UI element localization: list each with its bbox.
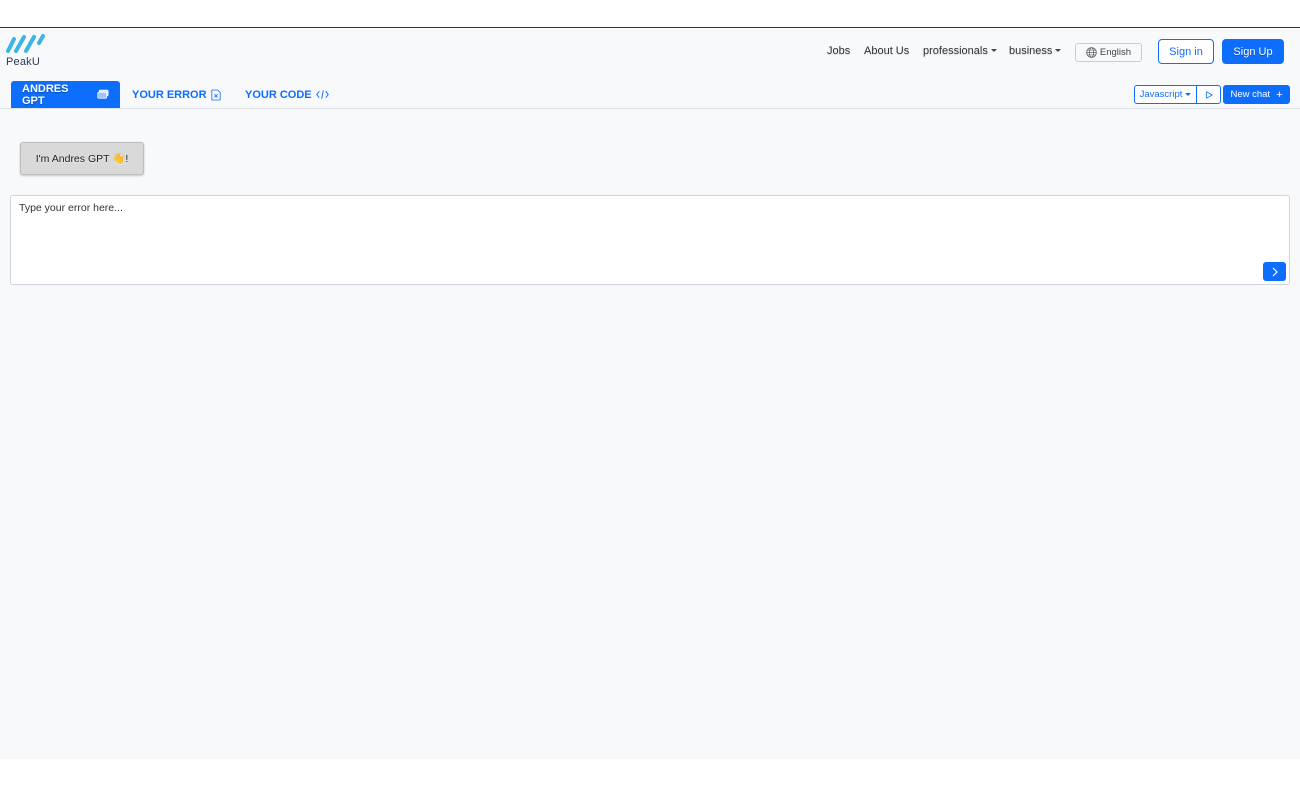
- error-input[interactable]: [11, 196, 1289, 284]
- tab-label: YOUR ERROR: [132, 88, 207, 101]
- brand-logo[interactable]: PeakU: [6, 33, 48, 71]
- error-input-box: [10, 195, 1290, 285]
- new-chat-label: New chat: [1230, 89, 1271, 100]
- tab-label: YOUR CODE: [245, 88, 312, 101]
- plus-icon: +: [1276, 88, 1283, 101]
- browser-top-strip: [0, 0, 1300, 28]
- language-selector[interactable]: English: [1075, 43, 1142, 62]
- caret-down-icon: [1185, 93, 1192, 96]
- navbar: PeakU Jobs About Us professionals busine…: [0, 29, 1300, 73]
- sign-up-button[interactable]: Sign Up: [1222, 39, 1284, 64]
- tab-your-code[interactable]: YOUR CODE: [234, 81, 340, 108]
- code-icon: [315, 90, 329, 99]
- tab-andres-gpt[interactable]: ANDRES GPT: [11, 81, 120, 108]
- sign-in-button[interactable]: Sign in: [1158, 39, 1214, 64]
- chat-message-bubble: I'm Andres GPT 👋!: [20, 142, 144, 175]
- nav-link-jobs[interactable]: Jobs: [827, 45, 850, 57]
- nav-dropdown-professionals[interactable]: professionals: [923, 45, 997, 57]
- peaku-logo-icon: [6, 34, 45, 53]
- bottom-strip: [0, 759, 1300, 788]
- file-x-icon: [210, 89, 221, 100]
- code-language-label: Javascript: [1139, 89, 1183, 100]
- new-chat-button[interactable]: New chat +: [1223, 85, 1290, 104]
- run-button[interactable]: [1196, 85, 1221, 104]
- globe-icon: [1086, 47, 1097, 58]
- app-container: PeakU Jobs About Us professionals busine…: [0, 29, 1300, 759]
- tab-label: ANDRES GPT: [22, 82, 69, 107]
- caret-down-icon: [990, 49, 997, 52]
- code-language-select[interactable]: Javascript: [1134, 85, 1197, 104]
- caret-down-icon: [1055, 49, 1062, 52]
- language-label: English: [1099, 47, 1132, 58]
- chat-icon: [97, 89, 109, 99]
- brand-name: PeakU: [6, 56, 41, 68]
- send-button[interactable]: [1263, 262, 1286, 281]
- chevron-right-icon: [1272, 267, 1278, 276]
- nav-dropdown-label: business: [1009, 45, 1053, 57]
- tab-bar: ANDRES GPT YOUR ERROR YOUR CODE: [0, 79, 1300, 109]
- nav-dropdown-label: professionals: [923, 45, 988, 57]
- nav-dropdown-business[interactable]: business: [1009, 45, 1062, 57]
- nav-link-about-us[interactable]: About Us: [864, 45, 909, 57]
- play-icon: [1205, 90, 1213, 99]
- tab-your-error[interactable]: YOUR ERROR: [121, 81, 232, 108]
